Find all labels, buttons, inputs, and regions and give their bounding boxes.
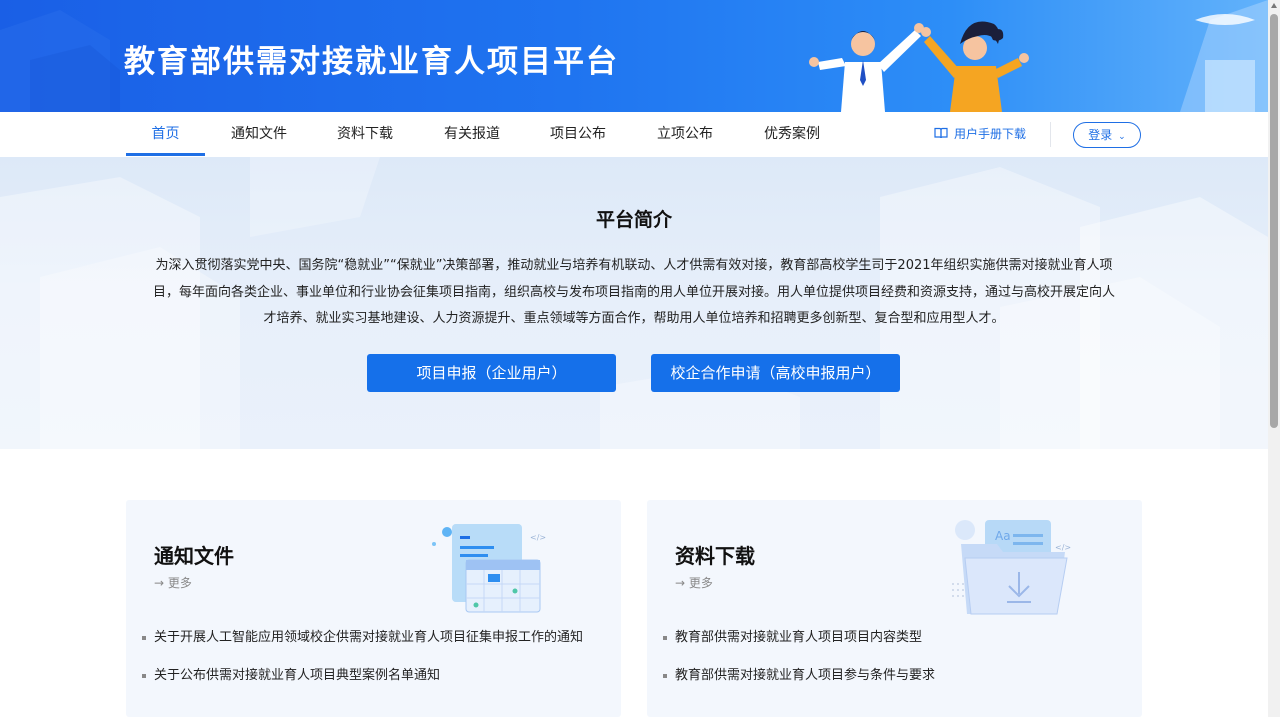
scrollbar-thumb[interactable]	[1270, 14, 1278, 428]
user-manual-download-link[interactable]: 用户手册下载	[934, 124, 1026, 144]
downloads-more-link[interactable]: → 更多	[675, 574, 713, 591]
high-five-illustration	[809, 21, 1029, 112]
nav-item-excellent-cases[interactable]: 优秀案例	[757, 112, 827, 156]
svg-text:Aa: Aa	[995, 529, 1011, 543]
list-item-text: 关于公布供需对接就业育人项目典型案例名单通知	[154, 668, 441, 683]
chevron-down-icon: ⌄	[1118, 132, 1126, 142]
document-calendar-illustration: </>	[432, 524, 546, 613]
nav-item-reports[interactable]: 有关报道	[437, 112, 507, 156]
svg-text:</>: </>	[530, 533, 546, 542]
header-banner: 教育部供需对接就业育人项目平台	[0, 0, 1268, 112]
university-apply-button[interactable]: 校企合作申请（高校申报用户）	[651, 354, 900, 392]
nav-item-approval-announce[interactable]: 立项公布	[650, 112, 720, 156]
notices-more-link[interactable]: → 更多	[154, 574, 192, 591]
nav-divider	[1050, 122, 1051, 147]
downloads-list: 教育部供需对接就业育人项目项目内容类型 教育部供需对接就业育人项目参与条件与要求	[663, 624, 1123, 700]
list-item[interactable]: 教育部供需对接就业育人项目项目内容类型	[663, 624, 1123, 662]
bullet-icon	[142, 674, 146, 678]
list-item-text: 关于开展人工智能应用领域校企供需对接就业育人项目征集申报工作的通知	[154, 630, 584, 645]
page-scrollbar[interactable]	[1268, 0, 1280, 717]
notices-card: 通知文件 → 更多 </> 关于开展人工智能应用领域校企供需对接就业育人项目征集…	[126, 500, 621, 717]
list-item-text: 教育部供需对接就业育人项目参与条件与要求	[675, 668, 936, 683]
nav-active-indicator	[126, 153, 205, 156]
login-button[interactable]: 登录 ⌄	[1073, 122, 1141, 148]
nav-item-notices[interactable]: 通知文件	[224, 112, 294, 156]
nav-item-home[interactable]: 首页	[126, 112, 205, 156]
svg-text:</>: </>	[1055, 543, 1071, 552]
site-title: 教育部供需对接就业育人项目平台	[124, 44, 619, 80]
intro-title: 平台简介	[595, 209, 672, 231]
user-manual-label: 用户手册下载	[954, 127, 1027, 141]
list-item[interactable]: 关于公布供需对接就业育人项目典型案例名单通知	[142, 662, 602, 700]
book-icon	[934, 125, 948, 145]
scroll-up-arrow-icon[interactable]	[1271, 3, 1277, 8]
folder-download-illustration: Aa </>	[952, 520, 1071, 615]
list-item-text: 教育部供需对接就业育人项目项目内容类型	[675, 630, 923, 645]
nav-item-downloads[interactable]: 资料下载	[330, 112, 400, 156]
platform-intro-section: 平台简介 为深入贯彻落实党中央、国务院“稳就业”“保就业”决策部署，推动就业与培…	[0, 157, 1268, 449]
nav-item-project-announce[interactable]: 项目公布	[543, 112, 613, 156]
list-item[interactable]: 关于开展人工智能应用领域校企供需对接就业育人项目征集申报工作的通知	[142, 624, 602, 662]
downloads-card: 资料下载 → 更多 Aa </> 教育部供需对接就业育人项目项目内容类型 教育部…	[647, 500, 1142, 717]
bullet-icon	[142, 636, 146, 640]
main-nav: 首页 通知文件 资料下载 有关报道 项目公布 立项公布 优秀案例 用户手册下载 …	[0, 112, 1268, 158]
intro-paragraph: 为深入贯彻落实党中央、国务院“稳就业”“保就业”决策部署，推动就业与培养有机联动…	[152, 258, 1115, 326]
notices-list: 关于开展人工智能应用领域校企供需对接就业育人项目征集申报工作的通知 关于公布供需…	[142, 624, 602, 700]
notices-card-title: 通知文件	[154, 544, 234, 568]
bullet-icon	[663, 636, 667, 640]
login-label: 登录	[1088, 128, 1113, 142]
enterprise-apply-button[interactable]: 项目申报（企业用户）	[367, 354, 616, 392]
bullet-icon	[663, 674, 667, 678]
list-item[interactable]: 教育部供需对接就业育人项目参与条件与要求	[663, 662, 1123, 700]
downloads-card-title: 资料下载	[675, 544, 755, 568]
